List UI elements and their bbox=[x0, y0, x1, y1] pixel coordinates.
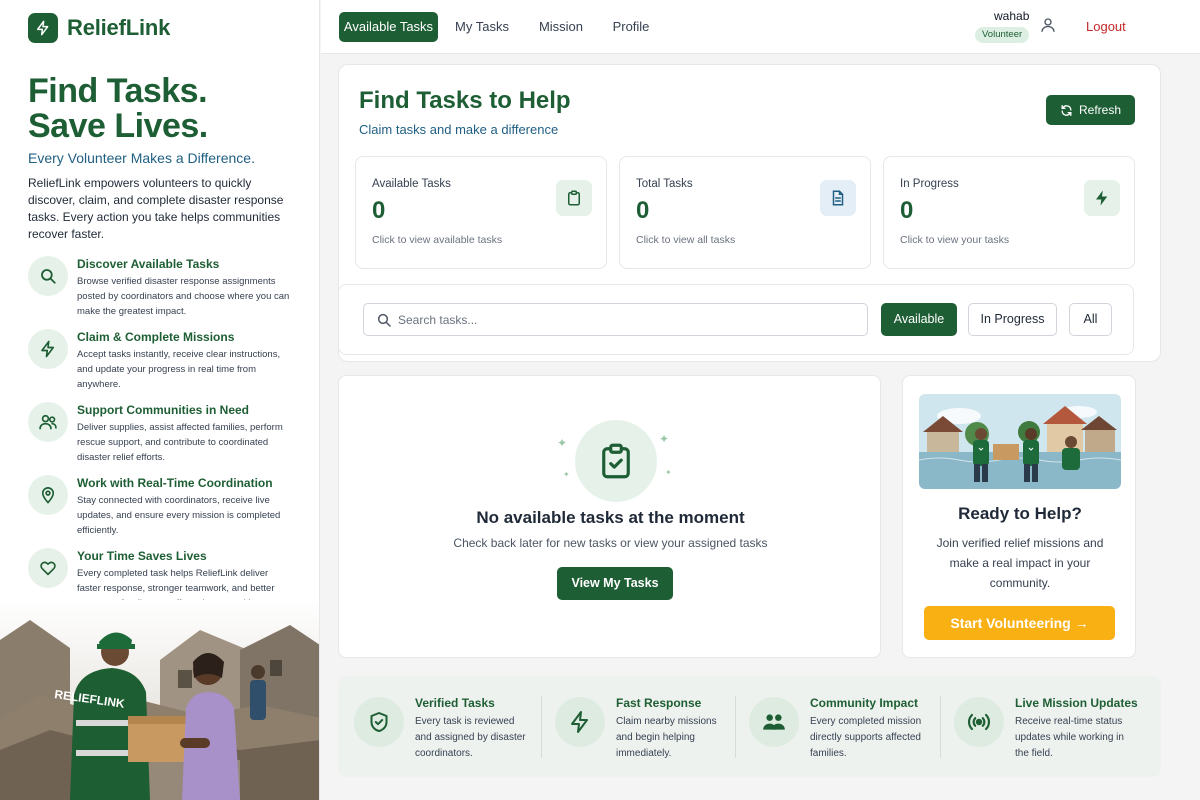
hero-line-1: Find Tasks. bbox=[28, 72, 208, 110]
stat-value: 0 bbox=[900, 197, 914, 224]
stat-label: In Progress bbox=[900, 178, 959, 190]
benefit-title: Live Mission Updates bbox=[1015, 696, 1138, 710]
search-icon bbox=[28, 256, 68, 296]
feature-item: Work with Real-Time Coordination Stay co… bbox=[28, 475, 300, 548]
stat-label: Available Tasks bbox=[372, 178, 451, 190]
location-pin-icon bbox=[28, 475, 68, 515]
refresh-icon bbox=[1061, 104, 1072, 116]
hero-line-2: Save Lives. bbox=[28, 107, 208, 145]
people-icon bbox=[28, 402, 68, 442]
tab-available-tasks[interactable]: Available Tasks bbox=[339, 12, 438, 42]
logout-button[interactable]: Logout bbox=[1086, 19, 1126, 34]
start-volunteering-button[interactable]: Start Volunteering → bbox=[924, 606, 1115, 640]
volunteers-illustration bbox=[919, 394, 1121, 489]
community-icon bbox=[749, 697, 799, 747]
stat-hint: Click to view all tasks bbox=[636, 234, 736, 246]
lightning-logo-icon bbox=[28, 13, 58, 43]
empty-title: No available tasks at the moment bbox=[476, 508, 745, 527]
view-my-tasks-button[interactable]: View My Tasks bbox=[557, 567, 673, 600]
search-icon bbox=[377, 313, 391, 327]
document-icon bbox=[820, 180, 856, 216]
refresh-label: Refresh bbox=[1078, 103, 1122, 117]
feature-title: Discover Available Tasks bbox=[77, 257, 220, 271]
stat-in-progress[interactable]: In Progress 0 Click to view your tasks bbox=[883, 156, 1135, 269]
hero-description: ReliefLink empowers volunteers to quickl… bbox=[28, 176, 284, 241]
benefit-title: Verified Tasks bbox=[415, 696, 495, 710]
shield-check-icon bbox=[354, 697, 404, 747]
stat-value: 0 bbox=[372, 197, 386, 224]
sparkle-icon: ✦ bbox=[659, 432, 670, 446]
feature-item: Discover Available Tasks Browse verified… bbox=[28, 256, 300, 329]
ready-title: Ready to Help? bbox=[958, 504, 1082, 523]
feature-item: Support Communities in Need Deliver supp… bbox=[28, 402, 300, 475]
stat-value: 0 bbox=[636, 197, 650, 224]
role-badge: Volunteer bbox=[975, 27, 1030, 43]
empty-subtitle: Check back later for new tasks or view y… bbox=[453, 536, 768, 550]
filter-in-progress[interactable]: In Progress bbox=[968, 303, 1057, 336]
hero-title: Find Tasks. Save Lives. bbox=[28, 74, 208, 144]
tab-profile[interactable]: Profile bbox=[605, 12, 657, 42]
stat-available-tasks[interactable]: Available Tasks 0 Click to view availabl… bbox=[355, 156, 607, 269]
brand[interactable]: ReliefLink bbox=[28, 13, 170, 43]
feature-title: Your Time Saves Lives bbox=[77, 549, 207, 563]
heart-icon bbox=[28, 548, 68, 588]
feature-desc: Browse verified disaster response assign… bbox=[77, 276, 290, 317]
filter-available[interactable]: Available bbox=[881, 303, 957, 336]
refresh-button[interactable]: Refresh bbox=[1046, 95, 1135, 125]
empty-state: ✦ ✦ ✦ ✦ No available tasks at the moment… bbox=[338, 375, 881, 658]
clipboard-check-icon bbox=[575, 420, 657, 502]
divider bbox=[735, 696, 736, 758]
feature-item: Claim & Complete Missions Accept tasks i… bbox=[28, 329, 300, 402]
feature-desc: Stay connected with coordinators, receiv… bbox=[77, 495, 281, 536]
stat-label: Total Tasks bbox=[636, 178, 693, 190]
benefits-strip: Verified Tasks Every task is reviewed an… bbox=[338, 676, 1161, 777]
sparkle-icon: ✦ bbox=[557, 436, 568, 450]
sidebar: ReliefLink Find Tasks. Save Lives. Every… bbox=[0, 0, 320, 800]
ready-text: Join verified relief missions and make a… bbox=[936, 536, 1104, 590]
sparkle-icon: ✦ bbox=[563, 470, 570, 479]
benefit-desc: Every completed mission directly support… bbox=[810, 716, 922, 759]
volunteer-photo: RELIEFLINK bbox=[0, 600, 319, 800]
benefit-title: Fast Response bbox=[616, 696, 702, 710]
top-nav: Available Tasks My Tasks Mission Profile… bbox=[321, 0, 1200, 54]
benefit-desc: Receive real-time status updates while w… bbox=[1015, 716, 1124, 759]
brand-name: ReliefLink bbox=[67, 15, 171, 40]
stat-total-tasks[interactable]: Total Tasks 0 Click to view all tasks bbox=[619, 156, 871, 269]
broadcast-icon bbox=[954, 697, 1004, 747]
search-box[interactable] bbox=[363, 303, 868, 336]
sparkle-icon: ✦ bbox=[665, 468, 672, 477]
lightning-icon bbox=[1084, 180, 1120, 216]
feature-title: Claim & Complete Missions bbox=[77, 330, 235, 344]
tab-my-tasks[interactable]: My Tasks bbox=[447, 12, 517, 42]
divider bbox=[541, 696, 542, 758]
feature-desc: Deliver supplies, assist affected famili… bbox=[77, 422, 283, 463]
feature-list: Discover Available Tasks Browse verified… bbox=[28, 256, 300, 621]
ready-to-help-card: Ready to Help? Join verified relief miss… bbox=[902, 375, 1136, 658]
lightning-icon bbox=[555, 697, 605, 747]
lightning-icon bbox=[28, 329, 68, 369]
feature-desc: Accept tasks instantly, receive clear in… bbox=[77, 349, 281, 390]
divider bbox=[940, 696, 941, 758]
page-subtitle: Claim tasks and make a difference bbox=[359, 122, 559, 137]
user-icon[interactable] bbox=[1039, 16, 1057, 34]
benefit-desc: Every task is reviewed and assigned by d… bbox=[415, 716, 526, 759]
clipboard-icon bbox=[556, 180, 592, 216]
filter-all[interactable]: All bbox=[1069, 303, 1112, 336]
search-input[interactable] bbox=[398, 304, 858, 335]
tab-mission[interactable]: Mission bbox=[531, 12, 591, 42]
benefit-title: Community Impact bbox=[810, 696, 919, 710]
stat-hint: Click to view available tasks bbox=[372, 234, 503, 246]
tagline: Every Volunteer Makes a Difference. bbox=[28, 150, 255, 166]
filter-bar: Available In Progress All bbox=[338, 284, 1134, 355]
user-name: wahab bbox=[994, 9, 1030, 23]
feature-title: Support Communities in Need bbox=[77, 403, 250, 417]
page-title: Find Tasks to Help bbox=[359, 87, 571, 114]
stat-hint: Click to view your tasks bbox=[900, 234, 1010, 246]
feature-title: Work with Real-Time Coordination bbox=[77, 476, 273, 490]
benefit-desc: Claim nearby missions and begin helping … bbox=[616, 716, 717, 759]
